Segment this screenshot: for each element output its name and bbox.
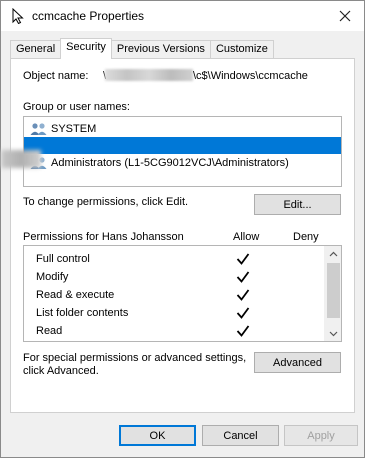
tab-general[interactable]: General (10, 40, 62, 59)
allow-check-icon (236, 289, 250, 301)
permissions-for-label: Permissions for Hans Johansson (23, 231, 184, 243)
edit-button[interactable]: Edit... (254, 194, 341, 215)
scroll-down-button[interactable] (325, 326, 341, 341)
tab-customize[interactable]: Customize (209, 40, 274, 59)
list-item-system[interactable]: SYSTEM (24, 120, 341, 137)
users-icon (30, 122, 47, 135)
change-permissions-hint: To change permissions, click Edit. (23, 196, 189, 208)
scroll-up-button[interactable] (325, 246, 341, 261)
apply-button[interactable]: Apply (284, 425, 358, 446)
cursor-arrow-icon (12, 8, 24, 24)
permissions-scrollbar[interactable] (324, 246, 341, 341)
advanced-hint-line1: For special permissions or advanced sett… (23, 352, 247, 364)
redacted-region (1, 150, 41, 168)
list-item-selected-user[interactable] (24, 137, 341, 154)
list-item-label: Administrators (L1-5CG9012VCJ\Administra… (51, 156, 289, 169)
close-icon (339, 10, 351, 22)
chevron-up-icon (329, 251, 338, 256)
permission-label: Read & execute (36, 288, 115, 301)
redacted-host (105, 69, 193, 81)
permission-row: Read (36, 322, 62, 339)
user-list[interactable]: SYSTEM Administrators (L1-5CG9012VCJ\Adm… (23, 116, 342, 187)
permissions-list[interactable]: Full control Modify Read & execute List … (23, 245, 342, 342)
window-title: ccmcache Properties (32, 9, 145, 23)
ok-button[interactable]: OK (119, 425, 196, 446)
allow-check-icon (236, 307, 250, 319)
title-bar[interactable]: ccmcache Properties (1, 1, 364, 31)
object-name-label: Object name: (23, 70, 89, 82)
close-button[interactable] (332, 5, 358, 27)
object-name-value: \c$\Windows\ccmcache (193, 70, 308, 82)
tab-strip: General Security Previous Versions Custo… (10, 38, 274, 59)
advanced-hint-line2: click Advanced. (23, 365, 99, 377)
allow-header: Allow (233, 231, 260, 243)
tab-previous-versions[interactable]: Previous Versions (110, 40, 211, 59)
scroll-thumb[interactable] (327, 263, 340, 318)
deny-header: Deny (293, 231, 319, 243)
permission-label: Full control (36, 252, 90, 265)
permission-row: Read & execute (36, 286, 114, 303)
permission-row: Full control (36, 250, 90, 267)
permission-row: List folder contents (36, 304, 128, 321)
properties-window: ccmcache Properties General Security Pre… (0, 0, 365, 458)
permission-label: List folder contents (36, 306, 129, 319)
list-item-administrators[interactable]: Administrators (L1-5CG9012VCJ\Administra… (24, 154, 341, 171)
tab-security[interactable]: Security (60, 38, 112, 59)
permission-label: Read (36, 324, 63, 337)
list-item-label: SYSTEM (51, 122, 97, 135)
allow-check-icon (236, 325, 250, 337)
allow-check-icon (236, 253, 250, 265)
cancel-button[interactable]: Cancel (202, 425, 279, 446)
allow-check-icon (236, 271, 250, 283)
advanced-button[interactable]: Advanced (254, 352, 341, 373)
permission-row: Modify (36, 268, 68, 285)
group-names-label: Group or user names: (23, 101, 130, 113)
permission-label: Modify (36, 270, 69, 283)
chevron-down-icon (329, 331, 338, 336)
